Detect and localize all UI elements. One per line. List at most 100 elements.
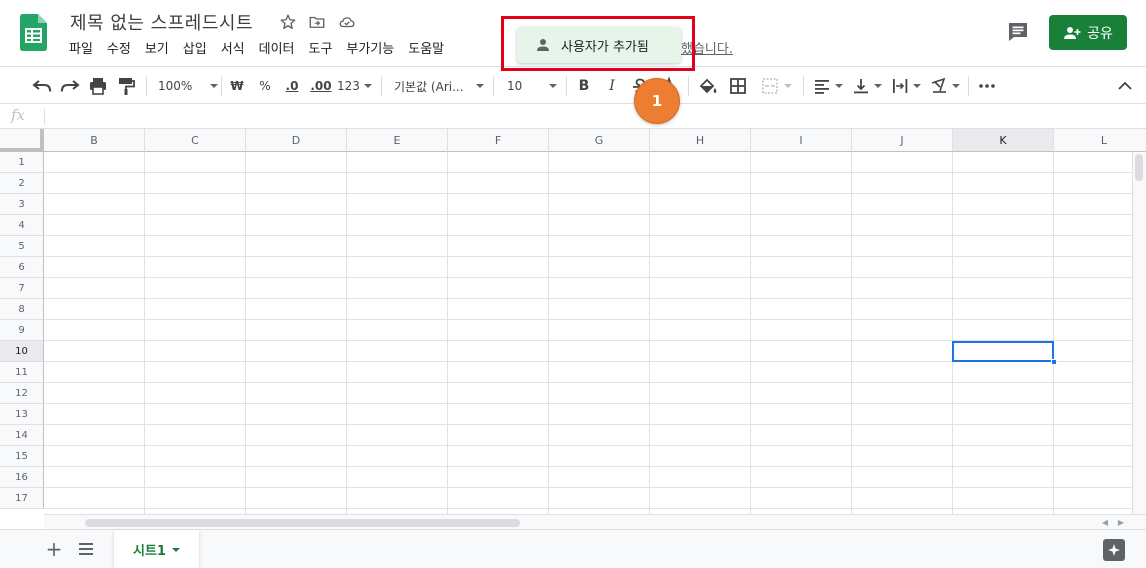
decrease-decimal-button[interactable]: .0 xyxy=(282,76,302,96)
column-header-l[interactable]: L xyxy=(1054,129,1146,152)
horizontal-scroll-thumb[interactable] xyxy=(85,519,520,527)
fill-color-icon[interactable] xyxy=(698,76,718,96)
row-header-2[interactable]: 2 xyxy=(0,173,44,194)
toolbar-divider xyxy=(221,76,222,96)
row-header-6[interactable]: 6 xyxy=(0,257,44,278)
row-header-14[interactable]: 14 xyxy=(0,425,44,446)
zoom-select[interactable]: 100% xyxy=(158,76,219,96)
font-family-select[interactable]: 기본값 (Ari... xyxy=(394,76,484,96)
column-header-b[interactable]: B xyxy=(44,129,145,152)
chevron-down-icon[interactable] xyxy=(171,547,180,552)
menu-addons[interactable]: 부가기능 xyxy=(339,38,401,62)
paint-format-icon[interactable] xyxy=(116,76,136,96)
menu-format[interactable]: 서식 xyxy=(214,38,252,62)
chevron-down-icon xyxy=(952,84,960,88)
sheet-tab-active[interactable]: 시트1 xyxy=(114,530,199,568)
sheets-app: 제목 없는 스프레드시트 파일 수정 보기 삽입 서식 데이터 도구 부가기능 … xyxy=(0,0,1146,568)
row-headers: 1 2 3 4 5 6 7 8 9 10 11 12 13 14 15 16 17 xyxy=(0,152,44,509)
document-title[interactable]: 제목 없는 스프레드시트 xyxy=(70,9,253,35)
comment-history-icon[interactable] xyxy=(1004,18,1032,46)
horizontal-scrollbar[interactable]: ◀ ▶ xyxy=(44,514,1146,529)
cell-area[interactable] xyxy=(44,152,1134,514)
scroll-right-icon[interactable]: ▶ xyxy=(1115,517,1127,528)
menu-tools[interactable]: 도구 xyxy=(302,38,340,62)
horizontal-align-button[interactable] xyxy=(812,76,844,96)
row-header-11[interactable]: 11 xyxy=(0,362,44,383)
column-header-j[interactable]: J xyxy=(852,129,953,152)
redo-icon[interactable] xyxy=(59,76,81,96)
star-icon[interactable] xyxy=(279,13,297,31)
row-header-5[interactable]: 5 xyxy=(0,236,44,257)
currency-format-button[interactable]: ₩ xyxy=(229,76,245,96)
menu-edit[interactable]: 수정 xyxy=(100,38,138,62)
scroll-left-icon[interactable]: ◀ xyxy=(1099,517,1111,528)
row-header-10[interactable]: 10 xyxy=(0,341,44,362)
sheet-tab-label: 시트1 xyxy=(133,544,166,559)
print-icon[interactable] xyxy=(87,76,109,96)
toolbar-divider xyxy=(493,76,494,96)
font-size-select[interactable]: 10 xyxy=(507,76,557,96)
borders-icon[interactable] xyxy=(728,76,748,96)
italic-button[interactable]: I xyxy=(604,76,620,96)
zoom-value: 100% xyxy=(158,79,193,93)
toolbar: 100% ₩ % .0 .00 123 기본값 (Ari... 10 B I xyxy=(0,66,1146,104)
sheets-logo-icon[interactable] xyxy=(20,14,47,51)
column-header-h[interactable]: H xyxy=(650,129,751,152)
vertical-scroll-thumb[interactable] xyxy=(1135,154,1143,181)
row-header-3[interactable]: 3 xyxy=(0,194,44,215)
row-header-16[interactable]: 16 xyxy=(0,467,44,488)
column-header-e[interactable]: E xyxy=(347,129,448,152)
chevron-down-icon xyxy=(363,84,372,88)
add-sheet-icon[interactable]: + xyxy=(44,537,64,561)
merge-cells-button[interactable] xyxy=(756,76,796,96)
column-header-d[interactable]: D xyxy=(246,129,347,152)
increase-decimal-button[interactable]: .00 xyxy=(309,76,333,96)
menu-file[interactable]: 파일 xyxy=(62,38,100,62)
row-header-8[interactable]: 8 xyxy=(0,299,44,320)
share-button-label: 공유 xyxy=(1087,25,1113,42)
collapse-menu-icon[interactable] xyxy=(1116,76,1134,96)
all-sheets-icon[interactable] xyxy=(76,539,96,559)
select-all-corner[interactable] xyxy=(0,129,44,152)
column-header-k[interactable]: K xyxy=(953,129,1054,152)
fill-handle[interactable] xyxy=(1051,359,1057,365)
row-header-17[interactable]: 17 xyxy=(0,488,44,509)
font-size-value: 10 xyxy=(507,79,523,93)
text-rotation-button[interactable] xyxy=(929,76,961,96)
move-folder-icon[interactable] xyxy=(308,13,326,31)
bold-button[interactable]: B xyxy=(576,76,592,96)
vertical-scrollbar[interactable] xyxy=(1132,152,1146,514)
formula-bar: fx xyxy=(0,104,1146,129)
row-header-4[interactable]: 4 xyxy=(0,215,44,236)
spreadsheet-grid: BCDEFGHIJKL 1 2 3 4 5 6 7 8 9 10 11 12 13 14 15 16 17 xyxy=(0,129,1146,514)
share-button[interactable]: 공유 xyxy=(1049,15,1127,50)
row-header-13[interactable]: 13 xyxy=(0,404,44,425)
column-header-c[interactable]: C xyxy=(145,129,246,152)
chevron-down-icon xyxy=(784,84,792,88)
row-header-7[interactable]: 7 xyxy=(0,278,44,299)
menu-insert[interactable]: 삽입 xyxy=(176,38,214,62)
column-header-i[interactable]: I xyxy=(751,129,852,152)
add-person-icon xyxy=(1064,26,1081,39)
text-wrap-button[interactable] xyxy=(890,76,922,96)
vertical-align-button[interactable] xyxy=(851,76,883,96)
row-header-12[interactable]: 12 xyxy=(0,383,44,404)
explore-button[interactable] xyxy=(1103,539,1125,561)
more-formats-select[interactable]: 123 xyxy=(337,76,372,96)
percent-format-button[interactable]: % xyxy=(257,76,273,96)
menu-view[interactable]: 보기 xyxy=(138,38,176,62)
menu-data[interactable]: 데이터 xyxy=(252,38,302,62)
column-header-g[interactable]: G xyxy=(549,129,650,152)
cloud-status-icon[interactable] xyxy=(338,13,356,31)
selected-cell-k10[interactable] xyxy=(952,341,1054,362)
more-formats-label: 123 xyxy=(337,79,360,93)
undo-icon[interactable] xyxy=(31,76,53,96)
highlight-box xyxy=(501,16,695,71)
row-header-15[interactable]: 15 xyxy=(0,446,44,467)
row-header-1[interactable]: 1 xyxy=(0,152,44,173)
more-options-icon[interactable] xyxy=(978,76,996,96)
column-header-f[interactable]: F xyxy=(448,129,549,152)
row-header-9[interactable]: 9 xyxy=(0,320,44,341)
align-left-icon xyxy=(815,80,829,94)
menu-help[interactable]: 도움말 xyxy=(401,38,451,62)
